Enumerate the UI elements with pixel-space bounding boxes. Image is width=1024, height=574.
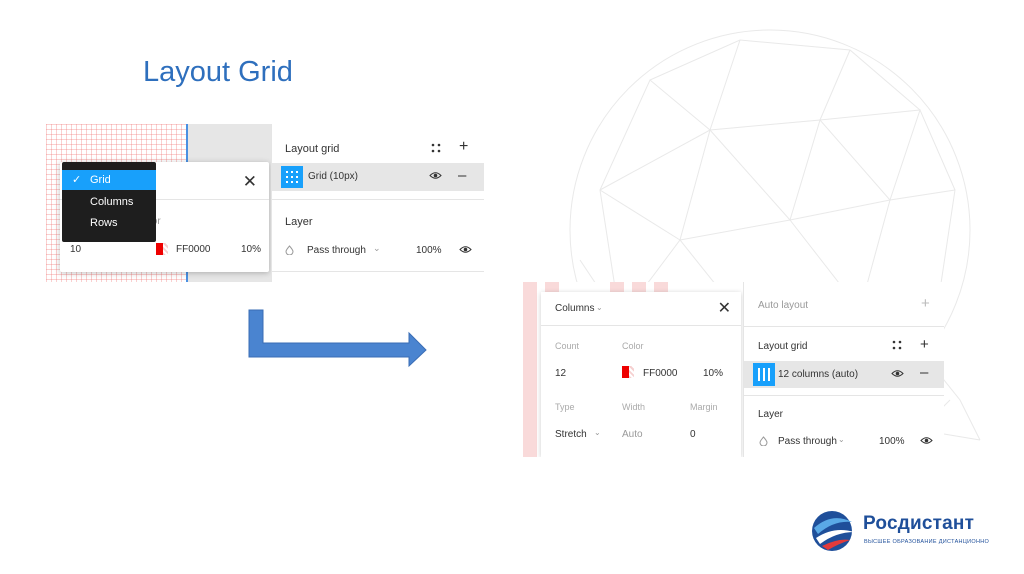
dropdown-item-label: Grid <box>90 174 111 186</box>
dropdown-item-grid[interactable]: ✓ Grid <box>62 170 156 190</box>
chevron-down-icon[interactable]: ⌄ <box>596 303 603 312</box>
close-icon[interactable]: ✕ <box>243 172 257 192</box>
transition-arrow <box>248 309 427 368</box>
color-swatch[interactable] <box>156 243 168 255</box>
column-settings-popup: Columns ⌄ ✕ Count Color 12 FF0000 10% Ty… <box>541 292 741 457</box>
grid-size-field[interactable]: 10 <box>70 244 81 255</box>
layer-opacity-field[interactable]: 100% <box>879 436 905 447</box>
width-field[interactable]: Auto <box>622 429 643 440</box>
layer-heading: Layer <box>758 409 784 420</box>
popup-divider <box>541 325 741 326</box>
add-auto-layout-icon[interactable]: + <box>921 295 930 312</box>
remove-grid-icon[interactable]: – <box>920 364 928 381</box>
remove-grid-icon[interactable]: – <box>458 167 466 184</box>
logo-tagline: ВЫСШЕЕ ОБРАЗОВАНИЕ ДИСТАНЦИОННО <box>864 539 990 545</box>
layer-heading: Layer <box>285 216 313 228</box>
color-swatch[interactable] <box>622 366 634 378</box>
auto-layout-heading: Auto layout <box>758 300 809 311</box>
checkmark-icon: ✓ <box>72 174 82 186</box>
section-divider <box>272 199 484 200</box>
margin-field[interactable]: 0 <box>690 429 696 440</box>
section-divider <box>744 395 944 396</box>
dropdown-item-rows[interactable]: Rows <box>62 213 156 233</box>
close-icon[interactable]: ✕ <box>718 298 731 318</box>
columns-icon[interactable] <box>753 363 775 386</box>
eye-icon[interactable] <box>920 434 933 450</box>
grid-type-select[interactable]: Columns <box>555 303 594 314</box>
eye-icon[interactable] <box>459 243 472 259</box>
dropdown-item-label: Rows <box>90 217 118 229</box>
logo-name: Росдистант <box>863 513 975 534</box>
rosdistant-logo-icon <box>812 511 854 551</box>
color-label: Color <box>622 341 644 351</box>
blend-mode-select[interactable]: Pass through <box>778 436 837 447</box>
color-hex-field[interactable]: FF0000 <box>643 368 677 379</box>
count-label: Count <box>555 341 580 351</box>
blend-mode-select[interactable]: Pass through <box>307 245 366 256</box>
type-select[interactable]: Stretch <box>555 429 587 440</box>
screenshot-after: Columns ⌄ ✕ Count Color 12 FF0000 10% Ty… <box>523 282 944 457</box>
section-divider <box>744 326 944 327</box>
chevron-down-icon[interactable]: ⌄ <box>373 243 381 254</box>
add-grid-icon[interactable]: + <box>459 138 468 156</box>
layout-grid-row[interactable]: Grid (10px) – <box>272 163 484 191</box>
grid-type-dropdown: ✓ Grid Columns Rows <box>62 162 156 242</box>
count-field[interactable]: 12 <box>555 368 566 379</box>
margin-label: Margin <box>690 402 718 412</box>
grid-column <box>523 282 537 457</box>
eye-icon[interactable] <box>891 367 904 383</box>
grid-styles-icon[interactable] <box>431 142 441 156</box>
add-grid-icon[interactable]: + <box>920 336 929 353</box>
opacity-field[interactable]: 10% <box>703 368 723 379</box>
color-hex-field[interactable]: FF0000 <box>176 244 210 255</box>
layer-opacity-field[interactable]: 100% <box>416 245 442 256</box>
drop-icon <box>285 245 294 258</box>
layout-grid-heading: Layout grid <box>285 143 340 155</box>
chevron-down-icon[interactable]: ⌄ <box>594 428 601 437</box>
properties-panel: Layout grid + Grid (10px) – Layer Pass t… <box>271 124 484 282</box>
opacity-field[interactable]: 10% <box>241 244 261 255</box>
properties-panel: Auto layout + Layout grid + 12 columns (… <box>743 282 944 457</box>
dropdown-item-columns[interactable]: Columns <box>62 192 156 212</box>
chevron-down-icon[interactable]: ⌄ <box>838 435 845 444</box>
grid-styles-icon[interactable] <box>892 340 902 353</box>
grid-icon[interactable] <box>281 166 303 188</box>
section-divider <box>272 271 484 272</box>
layout-grid-heading: Layout grid <box>758 341 808 352</box>
type-label: Type <box>555 402 575 412</box>
drop-icon <box>759 436 768 449</box>
dropdown-item-label: Columns <box>90 196 134 208</box>
grid-row-label: 12 columns (auto) <box>778 369 859 380</box>
layout-grid-row[interactable]: 12 columns (auto) – <box>744 361 944 388</box>
grid-row-label: Grid (10px) <box>308 171 359 182</box>
screenshot-before: ✕ olor 10 FF0000 10% ✓ Grid Columns Rows… <box>46 124 484 282</box>
width-label: Width <box>622 402 646 412</box>
eye-icon[interactable] <box>429 169 442 185</box>
slide-title: Layout Grid <box>143 56 293 88</box>
